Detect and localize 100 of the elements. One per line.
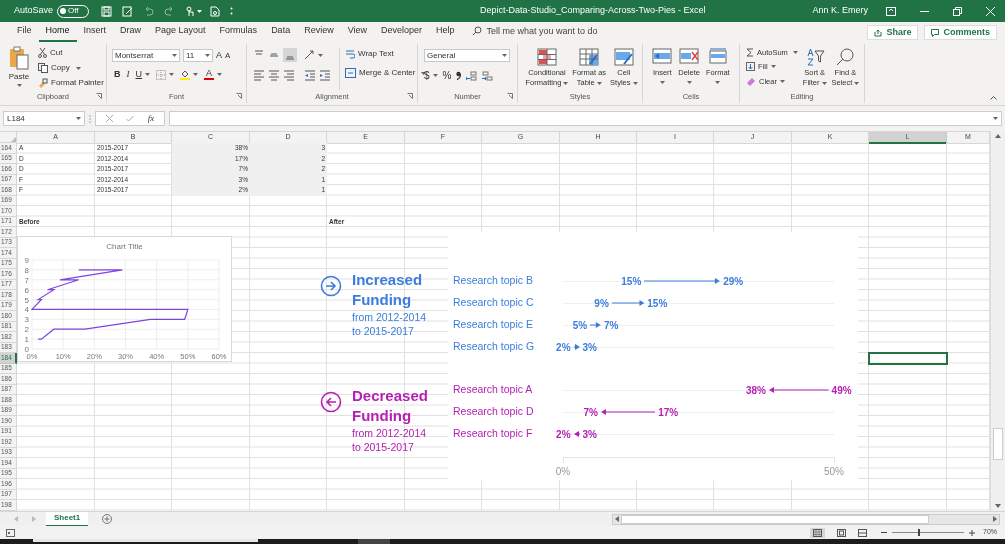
conditional-formatting-icon xyxy=(536,48,557,66)
cut-button[interactable]: Cut xyxy=(38,47,104,59)
fill-color-button[interactable] xyxy=(180,69,198,81)
axis-tick-label: 5 xyxy=(24,295,29,305)
ribbon-display-icon[interactable] xyxy=(886,6,896,16)
menu-tab[interactable]: Help xyxy=(429,24,462,42)
menu-tab[interactable]: Draw xyxy=(113,24,149,42)
more-icon[interactable] xyxy=(230,7,234,15)
increase-decimal-icon[interactable] xyxy=(466,70,478,81)
add-sheet-icon[interactable] xyxy=(102,514,113,524)
borders-button[interactable] xyxy=(156,69,174,80)
bold-button[interactable]: B xyxy=(114,68,121,82)
dialog-launcher-icon[interactable] xyxy=(236,93,242,99)
selected-cell[interactable] xyxy=(869,353,947,364)
font-name-field[interactable]: Montserrat xyxy=(112,49,180,62)
scroll-left-icon[interactable] xyxy=(615,516,619,522)
sum-icon xyxy=(746,48,754,58)
print-preview-icon[interactable] xyxy=(210,5,221,17)
page-layout-view-icon[interactable] xyxy=(837,528,846,537)
caret-icon xyxy=(169,73,174,77)
caret-icon xyxy=(172,54,177,57)
currency-button[interactable]: $ xyxy=(424,68,438,83)
right-arrow-circle-icon xyxy=(320,275,342,297)
normal-view-icon[interactable] xyxy=(813,528,822,537)
percent-button[interactable]: % xyxy=(442,68,452,83)
menu-tab[interactable]: File xyxy=(10,24,39,42)
cancel-icon[interactable] xyxy=(105,115,113,122)
caret-icon xyxy=(993,117,998,120)
scroll-up-icon[interactable] xyxy=(995,134,1001,138)
menu-tab[interactable]: Home xyxy=(38,24,77,42)
dialog-launcher-icon[interactable] xyxy=(507,93,513,99)
menu-tab[interactable]: Insert xyxy=(76,24,114,42)
shrink-font-button[interactable]: A xyxy=(225,51,231,60)
check-icon[interactable] xyxy=(126,115,135,122)
menu-tab[interactable]: Developer xyxy=(374,24,430,42)
grow-font-button[interactable]: A xyxy=(216,51,222,60)
increase-indent-icon[interactable] xyxy=(319,69,331,81)
axis-tick-label: 8 xyxy=(24,265,29,275)
decrease-indent-icon[interactable] xyxy=(304,69,316,81)
menu-tab[interactable]: Review xyxy=(297,24,341,42)
horizontal-scrollbar[interactable] xyxy=(612,513,1000,525)
caret-icon xyxy=(76,117,81,120)
menu-tab[interactable]: Formulas xyxy=(212,24,265,42)
dialog-launcher-icon[interactable] xyxy=(96,93,102,99)
name-box[interactable]: L184 xyxy=(3,111,85,126)
touch-mode-icon[interactable] xyxy=(185,5,196,17)
scrollbar-thumb[interactable] xyxy=(621,514,929,524)
axis-tick-label: 1 xyxy=(24,335,29,345)
minimize-icon[interactable] xyxy=(920,10,929,12)
wrap-text-button[interactable]: Wrap Text xyxy=(345,48,427,60)
page-break-view-icon[interactable] xyxy=(858,528,867,537)
decrease-decimal-icon[interactable] xyxy=(482,70,494,81)
undo-icon[interactable] xyxy=(143,6,155,16)
collapse-ribbon-icon[interactable] xyxy=(990,96,997,100)
format-painter-button[interactable]: Format Painter xyxy=(38,77,104,89)
edit-document-icon[interactable] xyxy=(122,5,134,17)
restore-icon[interactable] xyxy=(953,6,962,16)
value-label: 15% xyxy=(647,297,668,311)
menu-tab[interactable]: Page Layout xyxy=(148,24,213,42)
orientation-button[interactable] xyxy=(304,50,323,60)
italic-button[interactable]: I xyxy=(126,68,130,82)
save-icon[interactable] xyxy=(101,5,113,17)
font-color-button[interactable]: A xyxy=(204,69,222,81)
paste-button[interactable]: Paste xyxy=(6,46,32,90)
macro-record-icon[interactable] xyxy=(6,528,15,537)
align-center-icon[interactable] xyxy=(268,69,280,81)
align-left-icon[interactable] xyxy=(253,69,265,81)
underline-button[interactable]: U xyxy=(135,68,150,82)
menu-tab[interactable]: View xyxy=(340,24,374,42)
vertical-scrollbar[interactable] xyxy=(990,131,1005,511)
copy-button[interactable]: Copy xyxy=(38,62,104,74)
dialog-launcher-icon[interactable] xyxy=(407,93,413,99)
scroll-right-icon[interactable] xyxy=(993,516,997,522)
document-title: Depict-Data-Studio_Comparing-Across-Two-Pies - Excel xyxy=(479,4,706,18)
comments-button[interactable]: Comments xyxy=(924,25,997,40)
value-label: 3% xyxy=(582,341,597,355)
comma-icon[interactable] xyxy=(456,71,462,80)
zoom-slider[interactable] xyxy=(892,529,964,536)
number-format-field[interactable]: General xyxy=(424,49,510,62)
scrollbar-thumb[interactable] xyxy=(993,428,1003,460)
close-icon[interactable] xyxy=(986,6,995,16)
insert-function-button[interactable]: fx xyxy=(147,111,155,126)
eraser-icon xyxy=(746,76,756,86)
arrow xyxy=(573,431,580,437)
menu-tab[interactable]: Data xyxy=(264,24,298,42)
sheet-tab[interactable]: Sheet1 xyxy=(46,511,89,527)
arrow xyxy=(573,344,580,350)
zoom-in-icon[interactable] xyxy=(969,529,975,536)
font-size-field[interactable]: 11 xyxy=(183,49,213,62)
formula-field[interactable] xyxy=(169,111,1002,126)
share-button[interactable]: Share xyxy=(867,25,919,40)
arrow xyxy=(590,322,601,328)
delete-cells-icon xyxy=(679,48,700,64)
caret-icon xyxy=(686,81,692,85)
scroll-down-icon[interactable] xyxy=(995,504,1001,508)
group-subtitle: from 2012-2014 to 2015-2017 xyxy=(352,310,428,338)
paint-bucket-icon xyxy=(180,69,190,81)
tell-me-field[interactable]: Tell me what you want to do xyxy=(471,24,598,42)
align-right-icon[interactable] xyxy=(283,69,295,81)
caret-icon xyxy=(16,84,22,87)
